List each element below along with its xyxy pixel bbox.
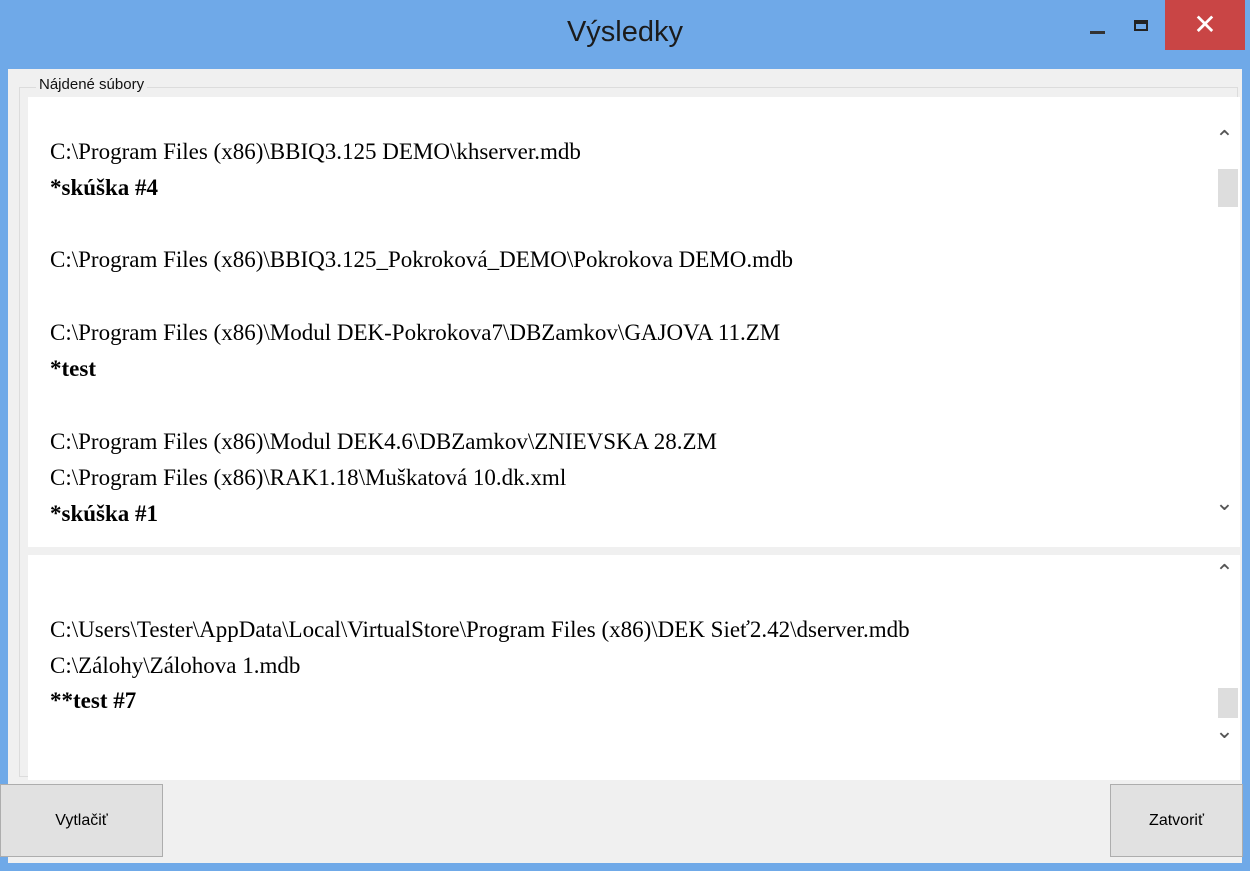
list-item[interactable]: C:\Program Files (x86)\Modul DEK4.6\DBZa… (50, 429, 717, 455)
results-window: Výsledky ✕ Nájdené súbory C:\Program Fil… (0, 0, 1250, 871)
minimize-icon (1089, 30, 1105, 34)
close-button[interactable]: Zatvoriť (1110, 784, 1243, 857)
list-item[interactable]: C:\Users\Tester\AppData\Local\VirtualSto… (50, 617, 910, 643)
scroll-up-icon[interactable]: ⌃ (1209, 127, 1240, 152)
maximize-button[interactable] (1119, 0, 1163, 50)
list-item[interactable]: C:\Program Files (x86)\BBIQ3.125_Pokroko… (50, 247, 793, 273)
scroll-down-icon[interactable]: ⌄ (1209, 719, 1240, 744)
minimize-button[interactable] (1075, 0, 1119, 50)
title-bar[interactable]: Výsledky ✕ (0, 0, 1250, 69)
results-pane-upper[interactable]: C:\Program Files (x86)\BBIQ3.125 DEMO\kh… (28, 97, 1240, 547)
close-icon: ✕ (1193, 8, 1217, 41)
maximize-icon (1134, 19, 1148, 31)
list-item[interactable]: *skúška #4 (50, 175, 158, 201)
list-item[interactable]: *skúška #1 (50, 501, 158, 527)
scroll-up-icon[interactable]: ⌃ (1209, 561, 1240, 586)
window-title: Výsledky (566, 16, 684, 48)
vertical-scrollbar-upper[interactable]: ⌃ ⌄ (1209, 97, 1240, 547)
group-label: Nájdené súbory (36, 76, 148, 93)
vertical-scrollbar-lower[interactable]: ⌃ ⌄ (1209, 555, 1240, 780)
list-item[interactable]: C:\Program Files (x86)\Modul DEK-Pokroko… (50, 320, 780, 346)
list-item[interactable]: C:\Program Files (x86)\RAK1.18\Muškatová… (50, 465, 566, 491)
list-item[interactable]: *test (50, 356, 96, 382)
list-item[interactable]: **test #7 (50, 688, 136, 714)
list-item[interactable]: C:\Program Files (x86)\BBIQ3.125 DEMO\kh… (50, 139, 581, 165)
results-pane-lower[interactable]: C:\Users\Tester\AppData\Local\VirtualSto… (28, 555, 1240, 780)
scroll-thumb[interactable] (1218, 169, 1238, 207)
pane-splitter[interactable] (28, 547, 1240, 555)
list-item[interactable]: C:\Zálohy\Zálohova 1.mdb (50, 653, 300, 679)
print-button[interactable]: Vytlačiť (0, 784, 163, 857)
close-window-button[interactable]: ✕ (1165, 0, 1245, 50)
scroll-thumb[interactable] (1218, 688, 1238, 718)
scroll-down-icon[interactable]: ⌄ (1209, 491, 1240, 516)
